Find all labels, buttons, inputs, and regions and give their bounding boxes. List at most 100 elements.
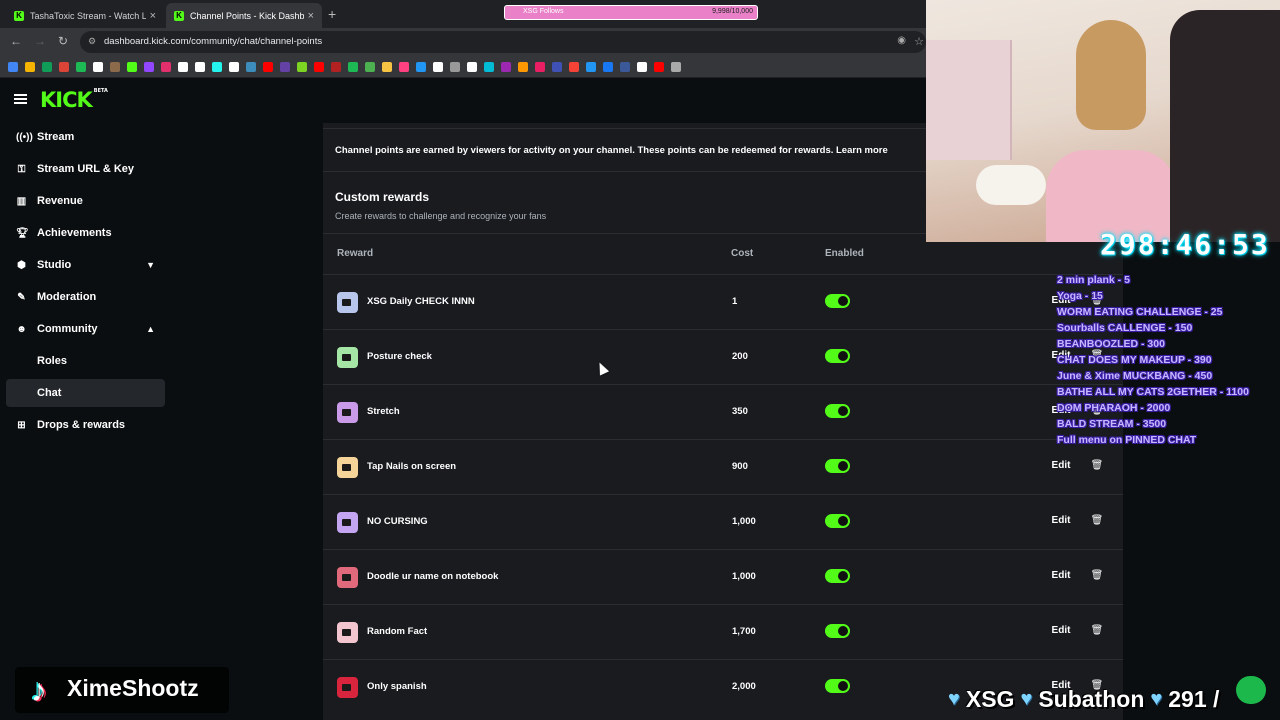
address-bar[interactable]: ⚙ dashboard.kick.com/community/chat/chan… [80, 31, 926, 53]
bookmark-favicon-icon[interactable] [59, 61, 69, 72]
bookmark-favicon-icon[interactable] [637, 61, 647, 72]
studio-icon: ⬢ [17, 259, 26, 271]
bookmark-favicon-icon[interactable] [314, 61, 324, 72]
delete-trash-icon[interactable]: 🗑︎ [1087, 455, 1107, 477]
reward-enabled-toggle[interactable] [825, 679, 850, 693]
reward-enabled-toggle[interactable] [825, 459, 850, 473]
bookmark-favicon-icon[interactable] [42, 61, 52, 72]
sidebar-item-studio[interactable]: ⬢ Studio ▼ [6, 251, 165, 279]
sidebar-item-label: Moderation [37, 291, 97, 303]
bookmark-favicon-icon[interactable] [8, 61, 18, 72]
bookmark-favicon-icon[interactable] [552, 61, 562, 72]
webcam-shelf [926, 40, 1012, 160]
bookmark-favicon-icon[interactable] [263, 61, 273, 72]
sidebar-item-revenue[interactable]: ▥ Revenue [6, 187, 165, 215]
reward-row: Posture check 200 Edit 🗑︎ [323, 329, 1123, 384]
reward-cost: 1,700 [732, 626, 756, 637]
bookmark-favicon-icon[interactable] [76, 61, 86, 72]
bookmark-favicon-icon[interactable] [212, 61, 222, 72]
subathon-xsg: XSG [965, 685, 1015, 712]
close-tab-icon[interactable]: × [308, 10, 314, 22]
reward-enabled-toggle[interactable] [825, 404, 850, 418]
sidebar-item-moderation[interactable]: ✎ Moderation [6, 283, 165, 311]
bookmark-favicon-icon[interactable] [433, 61, 443, 72]
edit-reward-button[interactable]: Edit [1045, 455, 1077, 477]
delete-trash-icon[interactable]: 🗑︎ [1087, 620, 1107, 642]
menu-item: BEANBOOZLED - 300 [1057, 338, 1165, 350]
reward-enabled-toggle[interactable] [825, 569, 850, 583]
bookmark-favicon-icon[interactable] [654, 61, 664, 72]
delete-trash-icon[interactable]: 🗑︎ [1087, 565, 1107, 587]
forward-arrow-icon[interactable]: → [34, 34, 46, 48]
bookmark-favicon-icon[interactable] [382, 61, 392, 72]
bookmark-favicon-icon[interactable] [399, 61, 409, 72]
bookmark-favicon-icon[interactable] [178, 61, 188, 72]
chevron-down-icon: ▼ [146, 260, 155, 270]
broadcast-icon: ((•)) [16, 131, 33, 143]
bookmark-favicon-icon[interactable] [161, 61, 171, 72]
screen: K TashaToxic Stream - Watch Live × K Cha… [0, 0, 1280, 720]
new-tab-button[interactable]: + [328, 6, 336, 22]
tab-channel-points[interactable]: K Channel Points - Kick Dashboar × [166, 3, 322, 28]
bookmark-favicon-icon[interactable] [348, 61, 358, 72]
sidebar-item-achievements[interactable]: 🏆︎ Achievements [6, 219, 165, 247]
delete-trash-icon[interactable]: 🗑︎ [1087, 510, 1107, 532]
bookmark-favicon-icon[interactable] [246, 61, 256, 72]
bookmark-favicon-icon[interactable] [229, 61, 239, 72]
sidebar-item-stream[interactable]: ((•)) Stream [6, 123, 165, 151]
menu-icon[interactable] [14, 94, 27, 104]
edit-reward-button[interactable]: Edit [1045, 620, 1077, 642]
bookmark-favicon-icon[interactable] [603, 61, 613, 72]
bookmark-favicon-icon[interactable] [110, 61, 120, 72]
reward-row: Tap Nails on screen 900 Edit 🗑︎ [323, 439, 1123, 494]
bookmark-favicon-icon[interactable] [450, 61, 460, 72]
reward-ticket-icon [337, 457, 358, 478]
webcam-rug [976, 165, 1046, 205]
tab-tashatoxic-stream[interactable]: K TashaToxic Stream - Watch Live × [6, 3, 164, 28]
bookmark-favicon-icon[interactable] [671, 61, 681, 72]
bookmark-star-icon[interactable]: ☆ [914, 35, 924, 48]
tiktok-handle-overlay: ♪ XimeShootz [15, 667, 229, 713]
bookmark-favicon-icon[interactable] [365, 61, 375, 72]
menu-item: Yoga - 15 [1057, 290, 1103, 302]
bookmark-favicon-icon[interactable] [280, 61, 290, 72]
sidebar-item-stream-url-key[interactable]: ⚿ Stream URL & Key [6, 155, 165, 183]
reward-enabled-toggle[interactable] [825, 514, 850, 528]
edit-reward-button[interactable]: Edit [1045, 510, 1077, 532]
edit-reward-button[interactable]: Edit [1045, 565, 1077, 587]
bookmark-favicon-icon[interactable] [620, 61, 630, 72]
bookmark-favicon-icon[interactable] [127, 61, 137, 72]
site-info-icon[interactable]: ⚙ [88, 36, 96, 47]
bookmark-favicon-icon[interactable] [297, 61, 307, 72]
sidebar-item-community[interactable]: ☻ Community ▲ [6, 315, 165, 343]
back-arrow-icon[interactable]: ← [10, 34, 22, 48]
bookmark-favicon-icon[interactable] [195, 61, 205, 72]
bookmark-favicon-icon[interactable] [586, 61, 596, 72]
bookmark-favicon-icon[interactable] [331, 61, 341, 72]
heart-icon: ♥ [1020, 687, 1033, 710]
bookmark-favicon-icon[interactable] [416, 61, 426, 72]
close-tab-icon[interactable]: × [150, 10, 156, 22]
bookmark-favicon-icon[interactable] [25, 61, 35, 72]
kick-logo[interactable]: KICK BETA [40, 88, 108, 112]
bookmark-favicon-icon[interactable] [484, 61, 494, 72]
reward-enabled-toggle[interactable] [825, 624, 850, 638]
reward-enabled-toggle[interactable] [825, 294, 850, 308]
bookmark-favicon-icon[interactable] [144, 61, 154, 72]
bookmark-favicon-icon[interactable] [501, 61, 511, 72]
reload-icon[interactable]: ↻ [58, 34, 68, 48]
bookmark-favicon-icon[interactable] [518, 61, 528, 72]
bookmark-favicon-icon[interactable] [93, 61, 103, 72]
sidebar-item-drops-rewards[interactable]: ⊞ Drops & rewards [6, 411, 165, 439]
address-url[interactable]: dashboard.kick.com/community/chat/channe… [104, 36, 322, 47]
gift-icon: ⊞ [17, 419, 26, 431]
dashboard-sidebar: ((•)) Stream ⚿ Stream URL & Key ▥ Revenue 🏆… [0, 123, 175, 720]
reward-enabled-toggle[interactable] [825, 349, 850, 363]
bookmark-favicon-icon[interactable] [535, 61, 545, 72]
bookmark-favicon-icon[interactable] [467, 61, 477, 72]
tracking-hidden-icon[interactable]: ◉ [897, 35, 906, 46]
reward-ticket-icon [337, 347, 358, 368]
bookmark-favicon-icon[interactable] [569, 61, 579, 72]
sidebar-item-chat[interactable]: Chat [6, 379, 165, 407]
sidebar-item-roles[interactable]: Roles [6, 347, 165, 375]
